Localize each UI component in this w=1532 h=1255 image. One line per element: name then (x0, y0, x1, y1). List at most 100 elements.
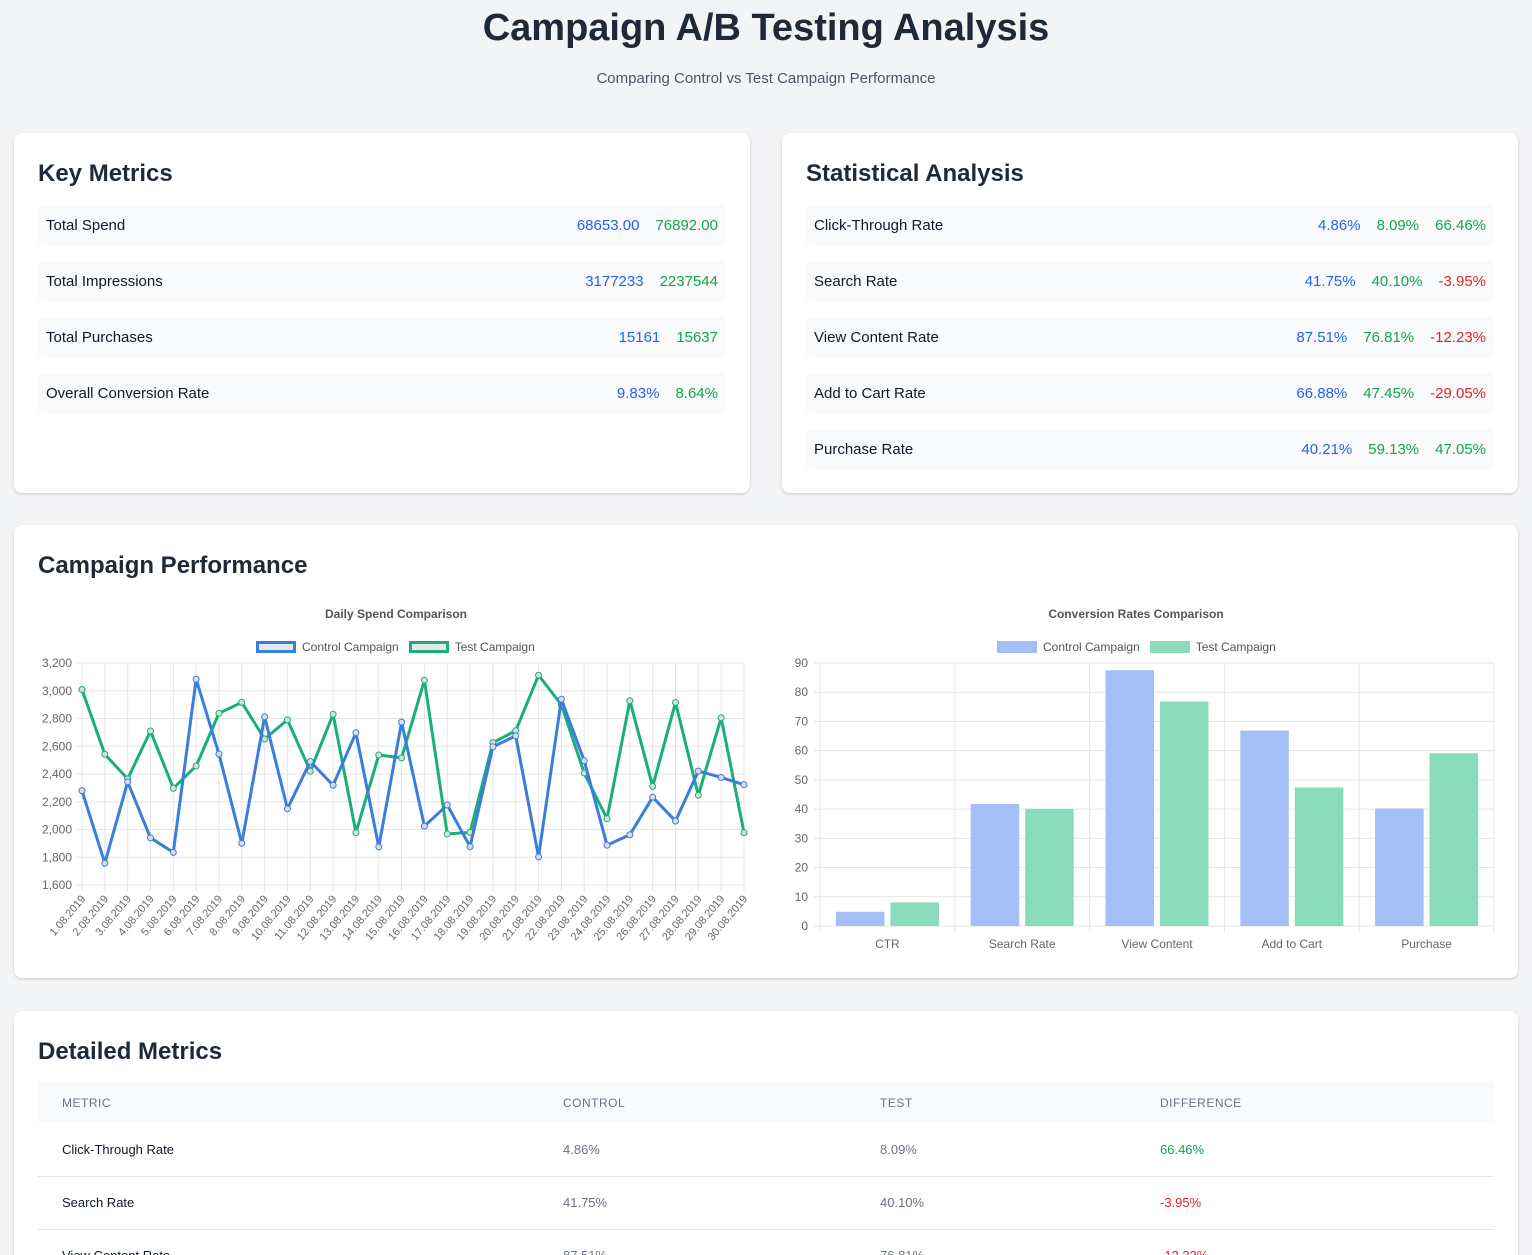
stat-row-search-rate: Search Rate 41.75% 40.10% -3.95% (806, 261, 1494, 301)
diff-value: 66.46% (1435, 216, 1486, 234)
control-value: 4.86% (1318, 216, 1361, 234)
control-value: 15161 (618, 328, 661, 346)
stat-label: Add to Cart Rate (814, 384, 926, 402)
data-point (169, 784, 177, 792)
x-tick-label: View Content (1121, 937, 1193, 950)
header-test: TEST (856, 1083, 1136, 1123)
metric-row-conversion-rate: Overall Conversion Rate 9.83% 8.64% (38, 373, 726, 413)
cell-control: 4.86% (539, 1123, 856, 1177)
control-value: 68653.00 (576, 216, 640, 234)
diff-value: 47.05% (1435, 440, 1486, 458)
data-point (557, 695, 565, 703)
y-tick-label: 20 (795, 861, 809, 875)
y-tick-label: 3,200 (42, 656, 72, 670)
y-tick-label: 1,600 (42, 878, 72, 892)
data-point (443, 801, 451, 809)
data-point (261, 735, 269, 743)
test-value: 8.09% (1376, 216, 1420, 234)
detailed-metrics-title: Detailed Metrics (38, 1038, 223, 1065)
data-point (580, 757, 588, 765)
data-point (101, 859, 109, 867)
diff-value: -3.95% (1438, 272, 1486, 290)
key-metrics-title: Key Metrics (38, 160, 173, 187)
data-point (649, 782, 657, 790)
control-value: 3177233 (585, 272, 644, 290)
bar-control (1240, 730, 1289, 926)
data-point (192, 675, 200, 683)
data-point (375, 751, 383, 759)
stat-row-view-content-rate: View Content Rate 87.51% 76.81% -12.23% (806, 317, 1494, 357)
data-point (672, 699, 680, 707)
data-point (694, 791, 702, 799)
data-point (283, 716, 291, 724)
stat-label: View Content Rate (814, 328, 939, 346)
bar-chart-title: Conversion Rates Comparison (1048, 607, 1224, 621)
data-point (146, 727, 154, 735)
detailed-metrics-table-wrap: METRIC CONTROL TEST DIFFERENCE Click-Thr… (38, 1083, 1494, 1255)
detailed-metrics-card: Detailed Metrics METRIC CONTROL TEST DIF… (14, 1011, 1518, 1255)
test-value: 76892.00 (655, 216, 718, 234)
metric-label: Overall Conversion Rate (46, 384, 210, 402)
data-point (603, 841, 611, 849)
campaign-performance-title: Campaign Performance (38, 552, 308, 579)
y-tick-label: 50 (795, 773, 809, 787)
data-point (512, 732, 520, 740)
test-value: 8.64% (675, 384, 718, 402)
data-point (398, 718, 406, 726)
control-value: 40.21% (1301, 440, 1353, 458)
y-tick-label: 40 (795, 802, 809, 816)
table-row: Click-Through Rate 4.86% 8.09% 66.46% (38, 1123, 1494, 1177)
test-value: 59.13% (1368, 440, 1420, 458)
y-tick-label: 10 (795, 890, 809, 904)
data-point (398, 754, 406, 762)
page-header: Campaign A/B Testing Analysis Comparing … (0, 0, 1532, 87)
data-point (649, 793, 657, 801)
cell-difference: -12.23% (1136, 1229, 1494, 1255)
table-header-row: METRIC CONTROL TEST DIFFERENCE (38, 1083, 1494, 1123)
y-tick-label: 60 (795, 744, 809, 758)
data-point (352, 829, 360, 837)
data-point (626, 697, 634, 705)
stat-row-purchase-rate: Purchase Rate 40.21% 59.13% 47.05% (806, 429, 1494, 469)
test-value: 47.45% (1363, 384, 1415, 402)
bar-test (1025, 808, 1074, 926)
control-value: 41.75% (1304, 272, 1356, 290)
data-point (489, 743, 497, 751)
cell-difference: -3.95% (1136, 1176, 1494, 1230)
x-tick-label: Add to Cart (1261, 937, 1322, 950)
control-value: 87.51% (1296, 328, 1348, 346)
data-point (101, 750, 109, 758)
bar-test (890, 902, 939, 926)
stat-label: Purchase Rate (814, 440, 914, 458)
statistical-analysis-card: Statistical Analysis Click-Through Rate … (782, 133, 1518, 493)
metric-row-total-spend: Total Spend 68653.00 76892.00 (38, 205, 726, 245)
test-value: 40.10% (1371, 272, 1423, 290)
data-point (238, 839, 246, 847)
data-point (535, 853, 543, 861)
data-point (329, 710, 337, 718)
cell-metric: View Content Rate (38, 1229, 539, 1255)
table-row: View Content Rate 87.51% 76.81% -12.23% (38, 1229, 1494, 1255)
data-point (215, 750, 223, 758)
conversion-rates-bar-chart: 0 10 20 30 40 50 60 70 80 90 CTR Search Rate View Co… (795, 656, 1495, 950)
detailed-metrics-table: METRIC CONTROL TEST DIFFERENCE Click-Thr… (38, 1083, 1494, 1255)
data-point (261, 713, 269, 721)
control-value: 66.88% (1296, 384, 1348, 402)
stat-row-ctr: Click-Through Rate 4.86% 8.09% 66.46% (806, 205, 1494, 245)
bar-test (1294, 787, 1344, 926)
key-metrics-card: Key Metrics Total Spend 68653.00 76892.0… (14, 133, 750, 493)
cell-metric: Search Rate (38, 1176, 539, 1230)
data-point (124, 778, 132, 786)
data-point (215, 709, 223, 717)
y-tick-label: 2,800 (42, 712, 72, 726)
cell-test: 76.81% (856, 1229, 1136, 1255)
data-point (466, 843, 474, 851)
y-tick-label: 3,000 (42, 684, 72, 698)
data-point (717, 773, 725, 781)
y-tick-label: 70 (795, 714, 809, 728)
metric-label: Total Purchases (46, 328, 153, 346)
line-chart-title: Daily Spend Comparison (324, 607, 468, 621)
x-tick-label: CTR (875, 937, 900, 950)
cell-control: 41.75% (539, 1176, 856, 1230)
data-point (672, 817, 680, 825)
